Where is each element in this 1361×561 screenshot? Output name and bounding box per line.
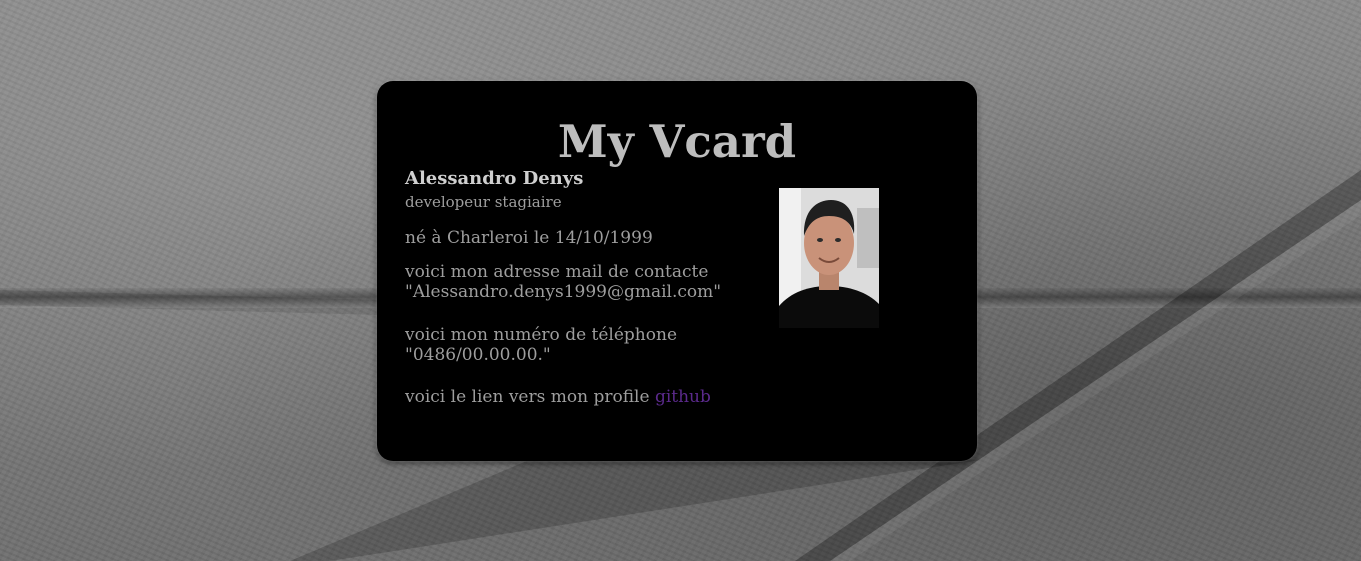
card-title: My Vcard bbox=[557, 115, 797, 168]
phone-intro: voici mon numéro de téléphone bbox=[405, 325, 677, 345]
email-intro: voici mon adresse mail de contacte bbox=[405, 262, 709, 282]
github-link[interactable]: github bbox=[655, 387, 711, 407]
person-role: developeur stagiaire bbox=[405, 193, 562, 211]
github-line: voici le lien vers mon profile github bbox=[405, 387, 711, 407]
vcard: My Vcard Alessandro Denys developeur sta… bbox=[377, 81, 977, 461]
github-intro: voici le lien vers mon profile bbox=[405, 387, 650, 407]
portrait-photo-icon bbox=[779, 188, 879, 328]
person-name: Alessandro Denys bbox=[405, 168, 584, 189]
email-value: "Alessandro.denys1999@gmail.com" bbox=[405, 282, 722, 302]
phone-value: "0486/00.00.00." bbox=[405, 345, 551, 365]
birth-info: né à Charleroi le 14/10/1999 bbox=[405, 228, 653, 248]
profile-photo bbox=[779, 188, 879, 328]
